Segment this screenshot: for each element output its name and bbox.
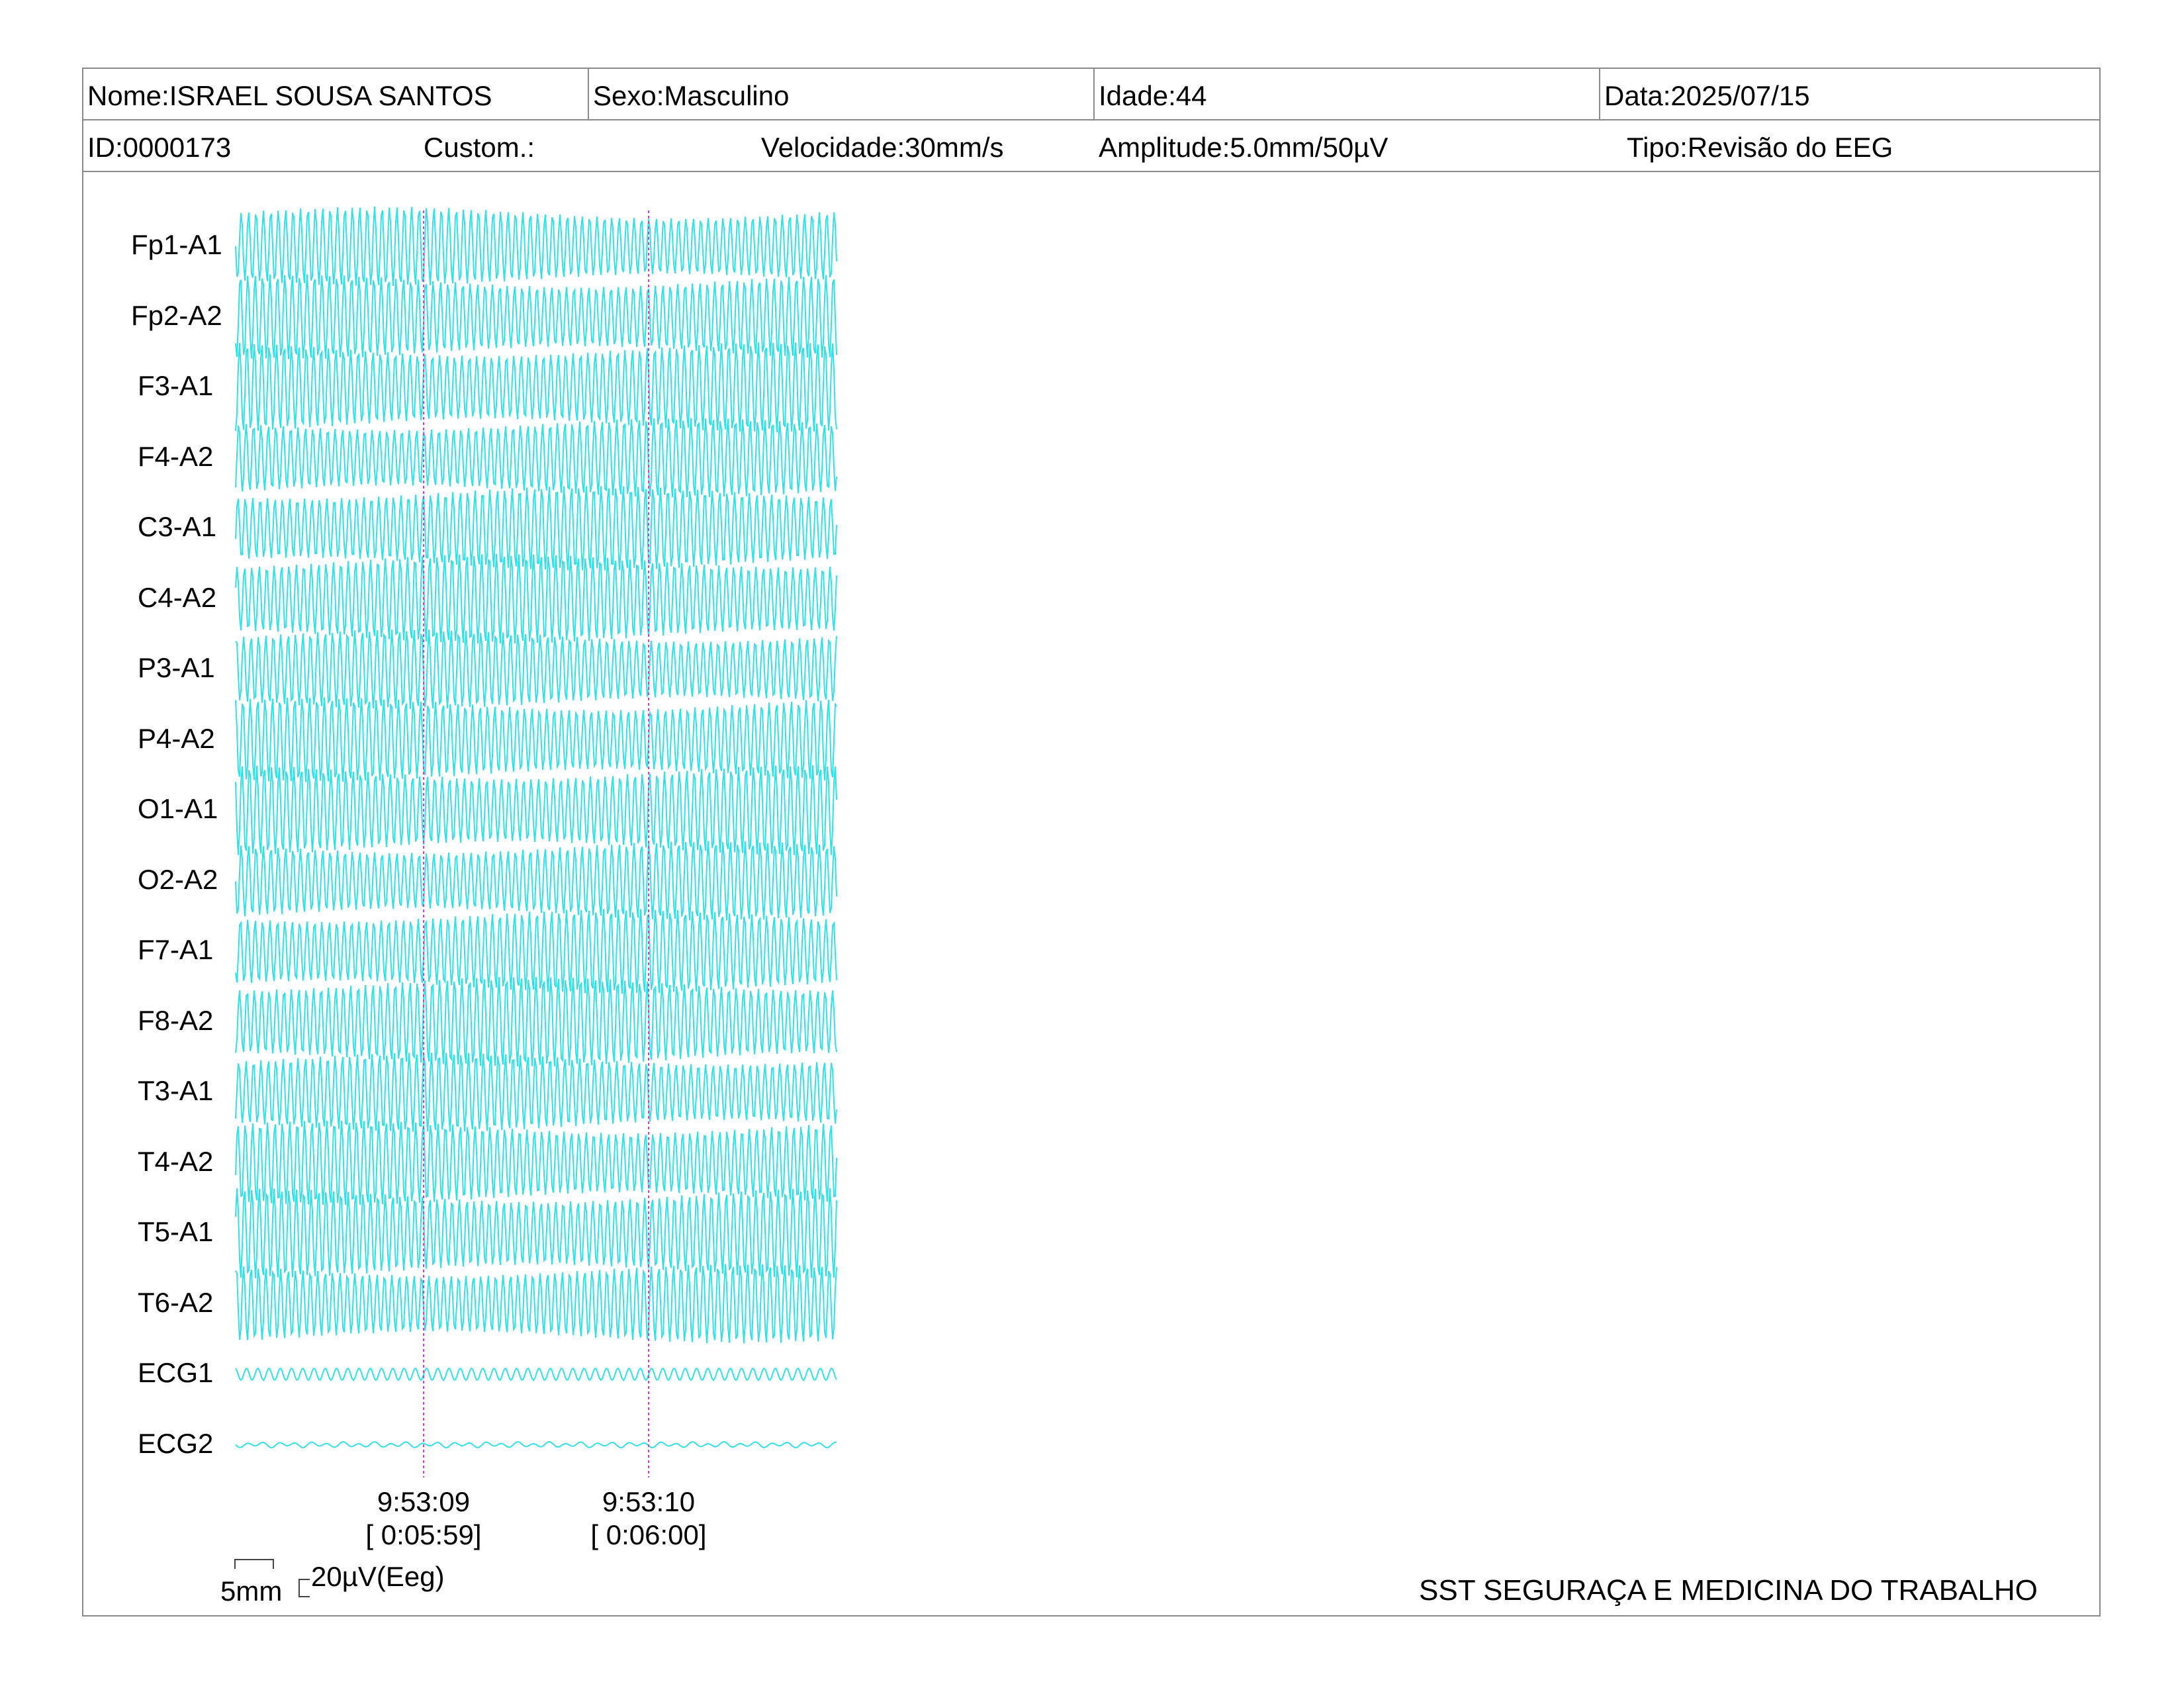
amplitude-scale-bar: [298, 1579, 310, 1597]
eeg-waveform-t4-a2: [235, 1120, 837, 1205]
lead-label: T5-A1: [138, 1216, 214, 1247]
time-scale-label: 5mm: [220, 1575, 283, 1607]
eeg-waveform-c3-a1: [235, 486, 837, 571]
lead-label: F7-A1: [138, 934, 214, 965]
lead-label: T4-A2: [138, 1145, 214, 1177]
time-marker-label: 9:53:09[ 0:05:59]: [338, 1485, 510, 1552]
eeg-waveform-o2-a2: [235, 841, 837, 921]
lead-label: O2-A2: [138, 863, 218, 895]
marker-elapsed-time: [ 0:06:00]: [590, 1519, 707, 1550]
eeg-waveform-c4-a2: [235, 553, 837, 644]
time-scale-bar: [234, 1559, 274, 1569]
time-marker-label: 9:53:10[ 0:06:00]: [563, 1485, 735, 1552]
lead-label: F8-A2: [138, 1004, 214, 1036]
eeg-waveform-p3-a1: [235, 630, 837, 709]
marker-clock-time: 9:53:09: [377, 1486, 471, 1517]
organization-footer: SST SEGURAÇA E MEDICINA DO TRABALHO: [1419, 1574, 2038, 1607]
eeg-waveform-t5-a1: [235, 1188, 837, 1278]
lead-label: P4-A2: [138, 722, 215, 754]
lead-label: Fp1-A1: [131, 229, 222, 260]
lead-label: ECG2: [138, 1427, 214, 1459]
lead-label: T3-A1: [138, 1075, 214, 1106]
eeg-waveform-t3-a1: [235, 1053, 837, 1132]
lead-label: P3-A1: [138, 652, 215, 683]
lead-label: C3-A1: [138, 511, 217, 542]
eeg-waveform-fp1-a1: [235, 206, 837, 286]
lead-label: O1-A1: [138, 793, 218, 824]
eeg-waveform-t6-a2: [235, 1264, 837, 1344]
lead-label: F3-A1: [138, 370, 214, 401]
eeg-trace-area: [234, 206, 837, 1597]
marker-clock-time: 9:53:10: [602, 1486, 696, 1517]
marker-elapsed-time: [ 0:05:59]: [365, 1519, 482, 1550]
eeg-waveform-p4-a2: [235, 697, 837, 782]
eeg-waveform-ecg1: [235, 1367, 837, 1382]
lead-label: Fp2-A2: [131, 299, 222, 331]
lead-label: ECG1: [138, 1357, 214, 1388]
eeg-waveform-ecg2: [235, 1440, 837, 1449]
amplitude-scale-label: 20µV(Eeg): [311, 1561, 445, 1592]
eeg-waveform-f8-a2: [235, 976, 837, 1067]
eeg-waveform-f4-a2: [235, 418, 837, 498]
eeg-waveform-o1-a1: [235, 765, 837, 855]
eeg-waveform-fp2-a2: [235, 274, 837, 359]
lead-label: C4-A2: [138, 581, 217, 613]
lead-label: F4-A2: [138, 440, 214, 472]
lead-label: T6-A2: [138, 1286, 214, 1318]
